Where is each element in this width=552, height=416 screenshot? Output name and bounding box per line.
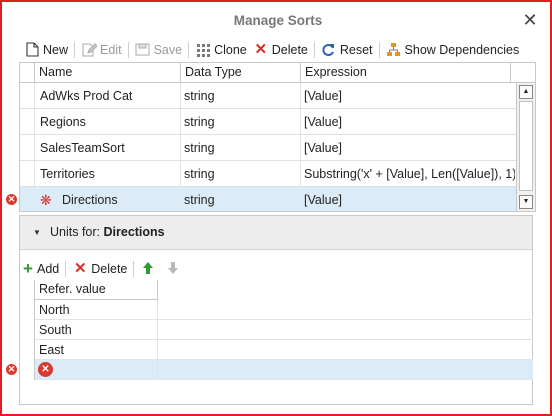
table-row[interactable]: SalesTeamSort string [Value] xyxy=(20,135,516,161)
table-row-selected[interactable]: ❋ Directions string [Value] xyxy=(20,187,516,211)
add-button[interactable]: + Add xyxy=(22,259,59,279)
toolbar-divider xyxy=(378,42,380,58)
clone-button[interactable]: Clone xyxy=(195,40,247,60)
cell-name: AdWks Prod Cat xyxy=(40,89,133,103)
show-dependencies-button[interactable]: Show Dependencies xyxy=(386,40,520,60)
save-button[interactable]: Save xyxy=(135,40,183,60)
delete-icon: ✕ xyxy=(73,260,87,277)
units-panel-title: Units for: Directions xyxy=(50,225,165,239)
dependencies-icon xyxy=(386,42,402,58)
cell-data-type: string xyxy=(184,115,215,129)
new-button[interactable]: New xyxy=(24,40,68,60)
arrow-down-icon xyxy=(165,261,181,277)
toolbar-divider xyxy=(313,42,315,58)
cell-data-type: string xyxy=(184,167,215,181)
cell-expression: Substring('x' + [Value], Len([Value]), 1… xyxy=(304,167,515,181)
scroll-thumb[interactable] xyxy=(519,101,533,191)
plus-icon: + xyxy=(23,259,33,278)
cell-expression: [Value] xyxy=(304,115,342,129)
scroll-up-icon[interactable]: ▲ xyxy=(519,85,533,99)
units-delete-button[interactable]: ✕ Delete xyxy=(72,259,127,279)
arrow-up-icon xyxy=(140,261,156,277)
cell-data-type: string xyxy=(184,89,215,103)
reset-button[interactable]: Reset xyxy=(321,40,373,60)
list-item[interactable]: South xyxy=(34,320,533,340)
cell-error-icon: ✕ xyxy=(38,362,53,377)
units-panel-header[interactable]: ▼ Units for: Directions xyxy=(20,216,532,250)
list-item[interactable]: East xyxy=(34,340,533,360)
column-header-refer-value[interactable]: Refer. value xyxy=(34,280,158,300)
sorts-grid-header: Name Data Type Expression xyxy=(20,63,535,83)
cell-refer-value: South xyxy=(34,320,158,340)
list-item-new[interactable]: ✕ xyxy=(34,360,533,380)
cell-name: Directions xyxy=(62,193,118,207)
clone-button-label: Clone xyxy=(214,43,247,57)
row-error-icon: ✕ xyxy=(6,194,17,205)
add-button-label: Add xyxy=(37,262,60,276)
cell-refer-value: East xyxy=(34,340,158,360)
cell-expression: [Value] xyxy=(304,89,342,103)
edit-icon xyxy=(81,42,98,58)
cell-data-type: string xyxy=(184,193,215,207)
cell-name: SalesTeamSort xyxy=(40,141,125,155)
toolbar-divider xyxy=(188,42,190,58)
row-error-icon: ✕ xyxy=(6,364,17,375)
asterisk-icon: ❋ xyxy=(40,192,52,208)
edit-button[interactable]: Edit xyxy=(81,40,122,60)
dialog-title: Manage Sorts xyxy=(233,13,323,28)
new-file-icon xyxy=(24,42,40,58)
new-button-label: New xyxy=(43,43,69,57)
scroll-down-icon[interactable]: ▼ xyxy=(519,195,533,209)
units-label-prefix: Units for: xyxy=(50,225,101,239)
units-label-target: Directions xyxy=(103,225,165,239)
save-icon xyxy=(135,42,151,58)
cell-refer-value: North xyxy=(34,300,158,320)
move-down-button[interactable] xyxy=(165,259,184,279)
cell-name: Territories xyxy=(40,167,95,181)
close-icon[interactable]: ✕ xyxy=(520,10,540,31)
table-row[interactable]: AdWks Prod Cat string [Value] xyxy=(20,83,516,109)
clone-icon xyxy=(195,42,211,58)
delete-button[interactable]: ✕ Delete xyxy=(253,40,308,60)
delete-button-label: Delete xyxy=(271,43,308,57)
table-row[interactable]: Regions string [Value] xyxy=(20,109,516,135)
main-toolbar: New Edit Save Clone ✕ Delete Reset Show … xyxy=(24,40,525,60)
units-toolbar: + Add ✕ Delete xyxy=(23,259,190,279)
list-item[interactable]: North xyxy=(34,300,533,320)
cell-expression: [Value] xyxy=(304,141,342,155)
reset-icon xyxy=(321,42,337,58)
sorts-grid-scrollbar[interactable]: ▲ ▼ xyxy=(516,83,535,211)
move-up-button[interactable] xyxy=(140,259,159,279)
cell-name: Regions xyxy=(40,115,86,129)
units-delete-label: Delete xyxy=(91,262,128,276)
toolbar-divider xyxy=(127,42,129,58)
edit-button-label: Edit xyxy=(100,43,122,57)
delete-icon: ✕ xyxy=(254,41,268,58)
reset-button-label: Reset xyxy=(339,43,373,57)
toolbar-divider xyxy=(65,261,67,277)
show-dependencies-label: Show Dependencies xyxy=(404,43,520,57)
column-header-name[interactable]: Name xyxy=(34,63,180,83)
column-header-expression[interactable]: Expression xyxy=(300,63,510,83)
manage-sorts-dialog: Manage Sorts ✕ New Edit Save Clone ✕ Del… xyxy=(0,0,552,416)
toolbar-divider xyxy=(133,261,135,277)
column-header-filler xyxy=(510,63,535,83)
sorts-grid: Name Data Type Expression AdWks Prod Cat… xyxy=(19,62,536,212)
title-bar: Manage Sorts ✕ xyxy=(4,4,552,38)
cell-data-type: string xyxy=(184,141,215,155)
toolbar-divider xyxy=(74,42,76,58)
column-header-data-type[interactable]: Data Type xyxy=(180,63,300,83)
save-button-label: Save xyxy=(153,43,183,57)
units-grid: Refer. value North South East ✕ xyxy=(34,280,533,382)
cell-expression: [Value] xyxy=(304,193,342,207)
table-row[interactable]: Territories string Substring('x' + [Valu… xyxy=(20,161,516,187)
collapse-triangle-icon[interactable]: ▼ xyxy=(33,228,41,237)
